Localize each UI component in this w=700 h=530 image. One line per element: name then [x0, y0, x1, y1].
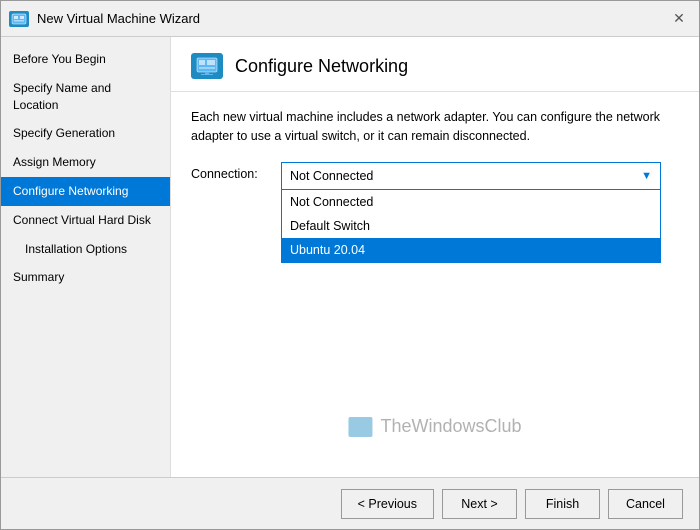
window-title: New Virtual Machine Wizard	[37, 11, 659, 26]
close-button[interactable]: ✕	[667, 7, 691, 31]
sidebar-item-summary[interactable]: Summary	[1, 263, 170, 292]
finish-button[interactable]: Finish	[525, 489, 600, 519]
panel-body: Each new virtual machine includes a netw…	[171, 92, 699, 477]
sidebar: Before You BeginSpecify Name and Locatio…	[1, 37, 171, 477]
connection-dropdown[interactable]: Not Connected ▼	[281, 162, 661, 190]
dropdown-selected-value: Not Connected	[290, 169, 373, 183]
content-area: Before You BeginSpecify Name and Locatio…	[1, 37, 699, 477]
dropdown-option-ubuntu-2004[interactable]: Ubuntu 20.04	[282, 238, 660, 262]
watermark-icon	[348, 417, 372, 437]
connection-row: Connection: Not Connected ▼ Not Connecte…	[191, 162, 679, 190]
panel-icon	[191, 53, 223, 79]
sidebar-item-installation-options[interactable]: Installation Options	[1, 235, 170, 264]
sidebar-item-before-you-begin[interactable]: Before You Begin	[1, 45, 170, 74]
footer: < Previous Next > Finish Cancel	[1, 477, 699, 529]
sidebar-item-specify-name[interactable]: Specify Name and Location	[1, 74, 170, 120]
main-panel: Configure Networking Each new virtual ma…	[171, 37, 699, 477]
panel-title: Configure Networking	[235, 56, 408, 77]
previous-button[interactable]: < Previous	[341, 489, 434, 519]
watermark: TheWindowsClub	[348, 416, 521, 437]
watermark-text: TheWindowsClub	[380, 416, 521, 437]
panel-header: Configure Networking	[171, 37, 699, 92]
next-button[interactable]: Next >	[442, 489, 517, 519]
title-bar: New Virtual Machine Wizard ✕	[1, 1, 699, 37]
description-text: Each new virtual machine includes a netw…	[191, 108, 679, 146]
wizard-window: New Virtual Machine Wizard ✕ Before You …	[0, 0, 700, 530]
dropdown-arrow-icon: ▼	[641, 170, 652, 182]
sidebar-item-assign-memory[interactable]: Assign Memory	[1, 148, 170, 177]
dropdown-option-default-switch[interactable]: Default Switch	[282, 214, 660, 238]
cancel-button[interactable]: Cancel	[608, 489, 683, 519]
dropdown-list: Not ConnectedDefault SwitchUbuntu 20.04	[281, 189, 661, 263]
sidebar-item-specify-generation[interactable]: Specify Generation	[1, 119, 170, 148]
sidebar-item-connect-vhd[interactable]: Connect Virtual Hard Disk	[1, 206, 170, 235]
dropdown-container: Not Connected ▼ Not ConnectedDefault Swi…	[281, 162, 661, 190]
sidebar-item-configure-networking[interactable]: Configure Networking	[1, 177, 170, 206]
window-icon	[9, 11, 29, 27]
dropdown-option-not-connected[interactable]: Not Connected	[282, 190, 660, 214]
connection-label: Connection:	[191, 162, 271, 181]
